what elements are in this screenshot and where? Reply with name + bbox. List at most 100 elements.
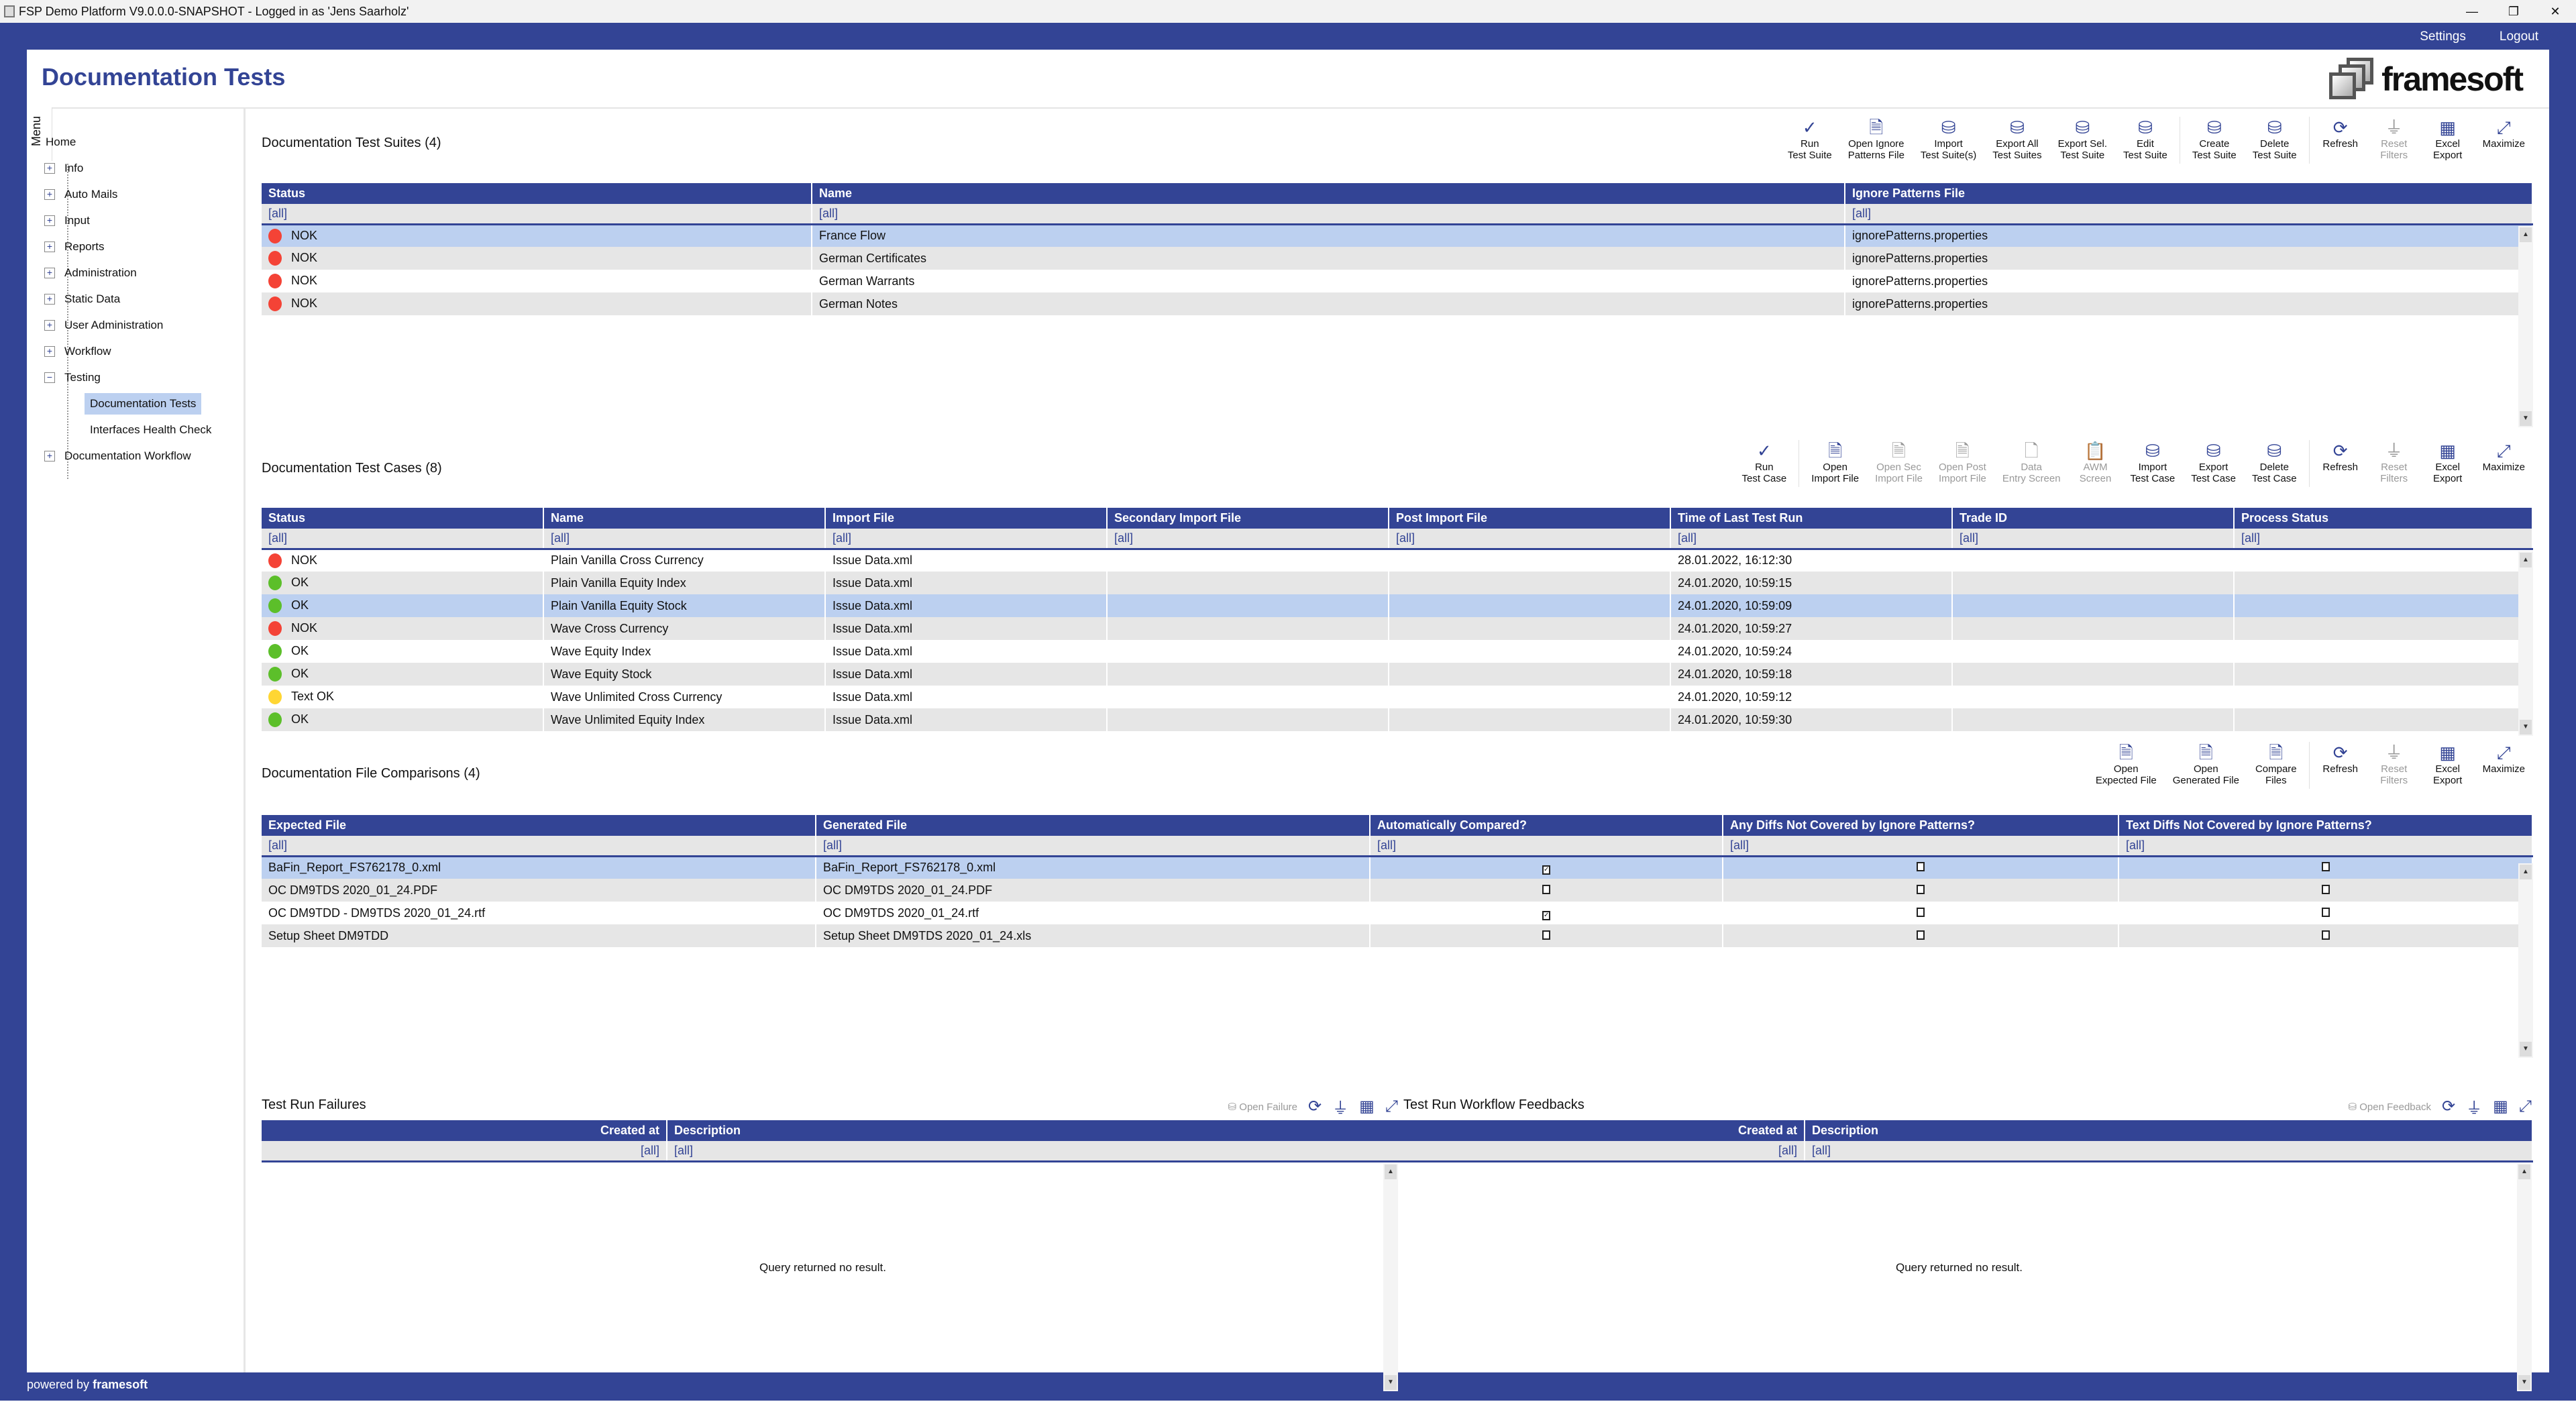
column-header[interactable]: Process Status [2234, 508, 2533, 529]
maximize-button[interactable]: ⤢ Maximize [2475, 440, 2533, 473]
table-row[interactable]: OK Wave Equity Index Issue Data.xml 24.01.2… [262, 640, 2533, 663]
reset-filters-icon[interactable]: ⏚ [2466, 1095, 2482, 1118]
expand-icon[interactable]: + [44, 215, 55, 226]
expand-icon[interactable]: − [44, 372, 55, 383]
refresh-icon[interactable]: ⟳ [1308, 1097, 1322, 1116]
settings-link[interactable]: Settings [2420, 30, 2466, 44]
column-header[interactable]: Secondary Import File [1107, 508, 1389, 529]
column-header[interactable]: Description [1805, 1120, 2533, 1141]
checkbox[interactable] [2321, 930, 2330, 940]
maximize-icon[interactable]: ⤢ [1385, 1097, 1398, 1116]
restore-button[interactable]: ❐ [2493, 0, 2534, 23]
filter-cell[interactable]: [all] [262, 836, 816, 857]
reset-filters-button[interactable]: ⏚ Reset Filters [2367, 440, 2421, 484]
excel-export-button[interactable]: ▦ Excel Export [2421, 440, 2475, 484]
tree-item-input[interactable]: + Input [44, 207, 217, 233]
checkbox[interactable] [1542, 884, 1550, 894]
open-feedback-button[interactable]: ⛁ Open Feedback [2349, 1101, 2432, 1113]
create-test-suite-button[interactable]: ⛁ Create Test Suite [2184, 117, 2245, 161]
expand-icon[interactable]: + [44, 241, 55, 252]
filter-cell[interactable]: [all] [1399, 1141, 1805, 1162]
column-header[interactable]: Description [667, 1120, 1402, 1141]
refresh-button[interactable]: ⟳ Refresh [2314, 742, 2367, 775]
expand-icon[interactable]: + [44, 450, 55, 462]
expand-icon[interactable]: + [44, 293, 55, 305]
column-header[interactable]: Status [262, 183, 812, 204]
export-sel-test-suite-button[interactable]: ⛁ Export Sel. Test Suite [2050, 117, 2115, 161]
open-import-file-button[interactable]: 🗎 Open Import File [1803, 440, 1867, 484]
refresh-icon[interactable]: ⟳ [2442, 1097, 2455, 1116]
filter-cell[interactable]: [all] [543, 529, 826, 550]
delete-test-case-button[interactable]: ⛁ Delete Test Case [2244, 440, 2305, 484]
run-test-suite-button[interactable]: ✓ Run Test Suite [1780, 117, 1840, 161]
column-header[interactable]: Name [543, 508, 826, 529]
export-all-test-suites-button[interactable]: ⛁ Export All Test Suites [1984, 117, 2049, 161]
minimize-button[interactable]: — [2451, 0, 2493, 23]
checkbox[interactable] [2321, 884, 2330, 894]
filter-cell[interactable]: [all] [1952, 529, 2235, 550]
column-header[interactable]: Ignore Patterns File [1845, 183, 2533, 204]
excel-export-icon[interactable]: ▦ [1359, 1097, 1375, 1116]
tree-item-documentation-workflow[interactable]: + Documentation Workflow [44, 443, 217, 469]
table-row[interactable]: BaFin_Report_FS762178_0.xml BaFin_Report_… [262, 856, 2533, 879]
checkbox[interactable] [1917, 884, 1925, 894]
import-test-suites-button[interactable]: ⛁ Import Test Suite(s) [1913, 117, 1984, 161]
filter-cell[interactable]: [all] [667, 1141, 1402, 1162]
tree-item-info[interactable]: + Info [44, 155, 217, 181]
excel-export-button[interactable]: ▦ Excel Export [2421, 117, 2475, 161]
tree-item-documentation-tests[interactable]: Documentation Tests [44, 390, 217, 417]
checkbox[interactable] [1542, 930, 1550, 940]
column-header[interactable]: Created at [262, 1120, 667, 1141]
column-header[interactable]: Trade ID [1952, 508, 2235, 529]
table-row[interactable]: OC DM9TDD - DM9TDS 2020_01_24.rtf OC DM9T… [262, 902, 2533, 924]
column-header[interactable]: Post Import File [1389, 508, 1671, 529]
column-header[interactable]: Time of Last Test Run [1670, 508, 1953, 529]
filter-cell[interactable]: [all] [2234, 529, 2533, 550]
delete-test-suite-button[interactable]: ⛁ Delete Test Suite [2245, 117, 2305, 161]
tree-item-static-data[interactable]: + Static Data [44, 286, 217, 312]
file-comparisons-scrollbar[interactable]: ▲ ▼ [2518, 863, 2533, 1058]
filter-cell[interactable]: [all] [1845, 204, 2533, 225]
close-button[interactable]: ✕ [2534, 0, 2576, 23]
table-row[interactable]: Setup Sheet DM9TDD Setup Sheet DM9TDS 202… [262, 924, 2533, 947]
open-generated-file-button[interactable]: 🗎 Open Generated File [2165, 742, 2247, 786]
tree-item-interfaces-health-check[interactable]: Interfaces Health Check [44, 417, 217, 443]
refresh-button[interactable]: ⟳ Refresh [2314, 440, 2367, 473]
table-row[interactable]: NOK German Certificates ignorePatterns.pro… [262, 247, 2533, 270]
maximize-button[interactable]: ⤢ Maximize [2475, 117, 2533, 150]
refresh-button[interactable]: ⟳ Refresh [2314, 117, 2367, 150]
export-test-case-button[interactable]: ⛁ Export Test Case [2183, 440, 2244, 484]
checkbox[interactable] [2321, 862, 2330, 872]
table-row[interactable]: NOK France Flow ignorePatterns.properties [262, 224, 2533, 247]
checkbox[interactable]: ✓ [1542, 865, 1550, 875]
failures-scrollbar[interactable]: ▲ ▼ [1383, 1163, 1398, 1391]
filter-cell[interactable]: [all] [816, 836, 1371, 857]
column-header[interactable]: Any Diffs Not Covered by Ignore Patterns… [1723, 815, 2119, 836]
expand-icon[interactable]: + [44, 267, 55, 278]
reset-filters-icon[interactable]: ⏚ [1332, 1095, 1348, 1118]
column-header[interactable]: Generated File [816, 815, 1371, 836]
column-header[interactable]: Automatically Compared? [1370, 815, 1723, 836]
expand-icon[interactable]: + [44, 345, 55, 357]
open-post-import-file-button[interactable]: 🗎 Open Post Import File [1931, 440, 1994, 484]
column-header[interactable]: Text Diffs Not Covered by Ignore Pattern… [2118, 815, 2533, 836]
excel-export-icon[interactable]: ▦ [2493, 1097, 2508, 1116]
logout-link[interactable]: Logout [2500, 30, 2538, 44]
maximize-icon[interactable]: ⤢ [2519, 1097, 2532, 1116]
table-row[interactable]: NOK German Warrants ignorePatterns.propert… [262, 270, 2533, 292]
compare-files-button[interactable]: 🗎 Compare Files [2247, 742, 2305, 786]
filter-cell[interactable]: [all] [825, 529, 1108, 550]
table-row[interactable]: NOK Plain Vanilla Cross Currency Issue Dat… [262, 549, 2533, 572]
table-row[interactable]: OK Plain Vanilla Equity Index Issue Data.x… [262, 572, 2533, 594]
checkbox[interactable]: ✓ [1542, 910, 1550, 920]
table-row[interactable]: NOK German Notes ignorePatterns.properties [262, 292, 2533, 315]
filter-cell[interactable]: [all] [1670, 529, 1953, 550]
filter-cell[interactable]: [all] [262, 1141, 667, 1162]
column-header[interactable]: Status [262, 508, 544, 529]
column-header[interactable]: Expected File [262, 815, 816, 836]
tree-item-administration[interactable]: + Administration [44, 260, 217, 286]
table-row[interactable]: Text OK Wave Unlimited Cross Currency Issu… [262, 686, 2533, 708]
tree-item-user-administration[interactable]: + User Administration [44, 312, 217, 338]
filter-cell[interactable]: [all] [262, 529, 544, 550]
filter-cell[interactable]: [all] [1723, 836, 2119, 857]
